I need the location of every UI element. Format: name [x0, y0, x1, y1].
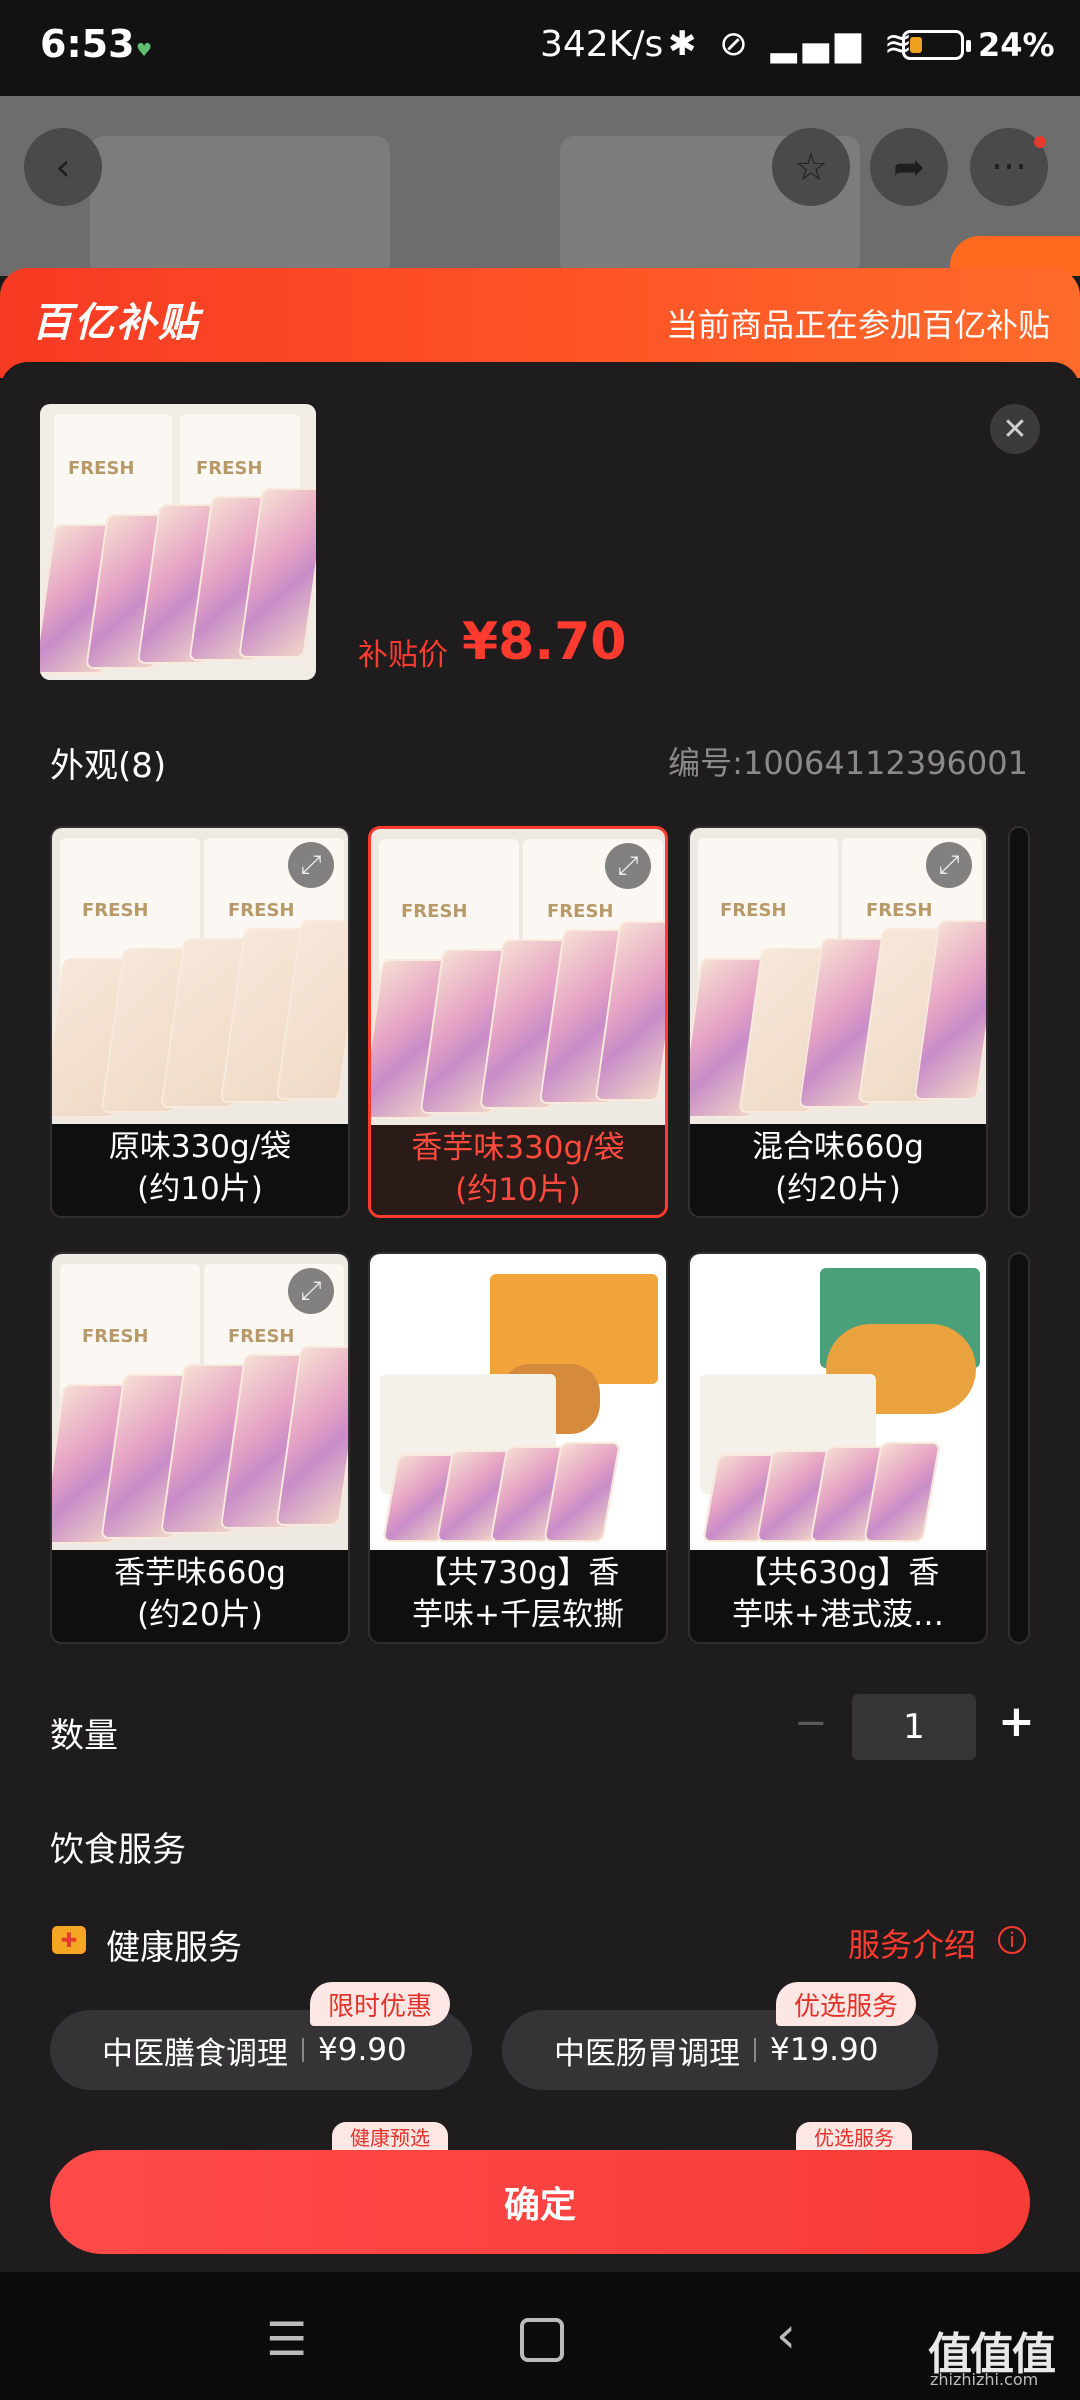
variant-image: FRESH FRESH ⤢: [52, 1254, 348, 1550]
zoom-icon[interactable]: ⤢: [926, 842, 972, 888]
variant-label-line1: 香芋味660g: [114, 1555, 286, 1591]
variant-label-line1: 原味330g/袋: [108, 1129, 292, 1165]
variant-option[interactable]: FRESH FRESH ⤢ 混合味660g (约20片): [688, 826, 988, 1218]
subsidy-note: 当前商品正在参加百亿补贴: [665, 306, 1050, 344]
variant-option-partial[interactable]: [1008, 826, 1030, 1218]
service-intro-link[interactable]: 服务介绍: [848, 1920, 976, 1966]
share-icon[interactable]: ➦: [870, 128, 948, 206]
bag-label: FRESH: [401, 901, 468, 922]
subsidy-logo: 百亿补贴: [32, 300, 200, 346]
appearance-title: 外观(8): [50, 746, 167, 786]
background-product-page: ‹ ☆ ➦ ···: [0, 96, 1080, 276]
quantity-plus-button[interactable]: +: [998, 1696, 1035, 1747]
service-tag: 限时优惠: [310, 1982, 451, 2026]
variant-option-partial[interactable]: [1008, 1252, 1030, 1644]
variant-label-line1: 香芋味330g/袋: [411, 1130, 625, 1166]
bag-label: FRESH: [228, 900, 295, 921]
variant-label-line2: (约20片): [775, 1171, 901, 1207]
battery-percent: 24%: [978, 26, 1055, 64]
battery-nub: [966, 40, 971, 52]
divider: [754, 2038, 756, 2062]
variant-image: [690, 1254, 986, 1550]
service-option-price: ¥9.90: [318, 2032, 407, 2068]
back-icon[interactable]: ‹: [24, 128, 102, 206]
variant-label: 香芋味330g/袋 (约10片): [371, 1127, 665, 1211]
info-icon[interactable]: i: [998, 1926, 1026, 1954]
service-tag-partial: 健康预选: [332, 2122, 448, 2150]
variant-image: FRESH FRESH ⤢: [52, 828, 348, 1124]
quantity-minus-button[interactable]: −: [794, 1700, 828, 1746]
confirm-button[interactable]: 确定: [50, 2150, 1030, 2254]
variant-label-line2: 芋味+港式菠…: [732, 1597, 944, 1633]
watermark-url: zhizhizhi.com: [930, 2370, 1039, 2389]
variant-label-line2: (约10片): [137, 1171, 263, 1207]
bag-label: FRESH: [82, 1326, 149, 1347]
battery-fill: [910, 37, 922, 53]
variant-image: FRESH FRESH ⤢: [690, 828, 986, 1124]
service-option-name: 中医肠胃调理: [554, 2035, 740, 2072]
health-service-title: 健康服务: [106, 1928, 242, 1968]
variant-option[interactable]: FRESH FRESH ⤢ 香芋味660g (约20片): [50, 1252, 350, 1644]
notification-dot: [1034, 136, 1046, 148]
product-image: FRESH FRESH: [40, 404, 316, 680]
service-option-price: ¥19.90: [770, 2032, 879, 2068]
price-value: ¥8.70: [462, 612, 627, 672]
zoom-icon[interactable]: ⤢: [288, 842, 334, 888]
back-icon[interactable]: ‹: [776, 2306, 796, 2364]
variant-label: 香芋味660g (约20片): [52, 1552, 348, 1636]
variant-label: 原味330g/袋 (约10片): [52, 1126, 348, 1210]
bag-label: FRESH: [196, 458, 263, 479]
variant-label-line2: (约20片): [137, 1597, 263, 1633]
bag-label: FRESH: [547, 901, 614, 922]
status-icons: ✱ ⊘ ▂▄▆ ≋: [668, 24, 919, 64]
medical-kit-icon: ✚: [52, 1926, 86, 1954]
service-tag-partial: 优选服务: [796, 2122, 912, 2150]
service-option-name: 中医膳食调理: [102, 2035, 288, 2072]
divider: [302, 2038, 304, 2062]
variant-label-line2: 芋味+千层软撕: [412, 1597, 624, 1633]
variant-label-line1: 【共730g】香: [416, 1555, 620, 1591]
variant-label-line1: 【共630g】香: [736, 1555, 940, 1591]
zoom-icon[interactable]: ⤢: [605, 843, 651, 889]
notification-heart-icon: ♥: [136, 40, 153, 61]
service-tag: 优选服务: [776, 1982, 917, 2026]
variant-label-line2: (约10片): [455, 1172, 581, 1208]
recent-apps-icon[interactable]: ☰: [266, 2312, 307, 2366]
variant-label: 【共630g】香 芋味+港式菠…: [690, 1552, 986, 1636]
battery-icon: [902, 30, 964, 60]
price-label: 补贴价: [358, 638, 448, 673]
variant-label: 【共730g】香 芋味+千层软撕: [370, 1552, 666, 1636]
food-service-title: 饮食服务: [50, 1830, 186, 1870]
variant-image: FRESH FRESH ⤢: [371, 829, 665, 1125]
variant-option[interactable]: FRESH FRESH ⤢ 原味330g/袋 (约10片): [50, 826, 350, 1218]
variant-label-line1: 混合味660g: [752, 1129, 924, 1165]
close-icon[interactable]: ✕: [990, 404, 1040, 454]
home-icon[interactable]: [520, 2318, 564, 2362]
variant-option-selected[interactable]: FRESH FRESH ⤢ 香芋味330g/袋 (约10片): [368, 826, 668, 1218]
bag-label: FRESH: [720, 900, 787, 921]
variant-image: [370, 1254, 666, 1550]
sku-code: 编号:10064112396001: [668, 744, 1028, 782]
bag-label: FRESH: [866, 900, 933, 921]
network-speed: 342K/s: [540, 24, 664, 65]
variant-option[interactable]: 【共630g】香 芋味+港式菠…: [688, 1252, 988, 1644]
quantity-input[interactable]: 1: [852, 1694, 976, 1760]
bag-label: FRESH: [82, 900, 149, 921]
zoom-icon[interactable]: ⤢: [288, 1268, 334, 1314]
background-image: [90, 136, 390, 276]
quantity-label: 数量: [50, 1716, 118, 1756]
product-thumbnail[interactable]: FRESH FRESH: [40, 404, 316, 680]
status-time: 6:53: [40, 22, 135, 66]
bag-label: FRESH: [228, 1326, 295, 1347]
variant-label: 混合味660g (约20片): [690, 1126, 986, 1210]
variant-option[interactable]: 【共730g】香 芋味+千层软撕: [368, 1252, 668, 1644]
bag-label: FRESH: [68, 458, 135, 479]
favorite-icon[interactable]: ☆: [772, 128, 850, 206]
